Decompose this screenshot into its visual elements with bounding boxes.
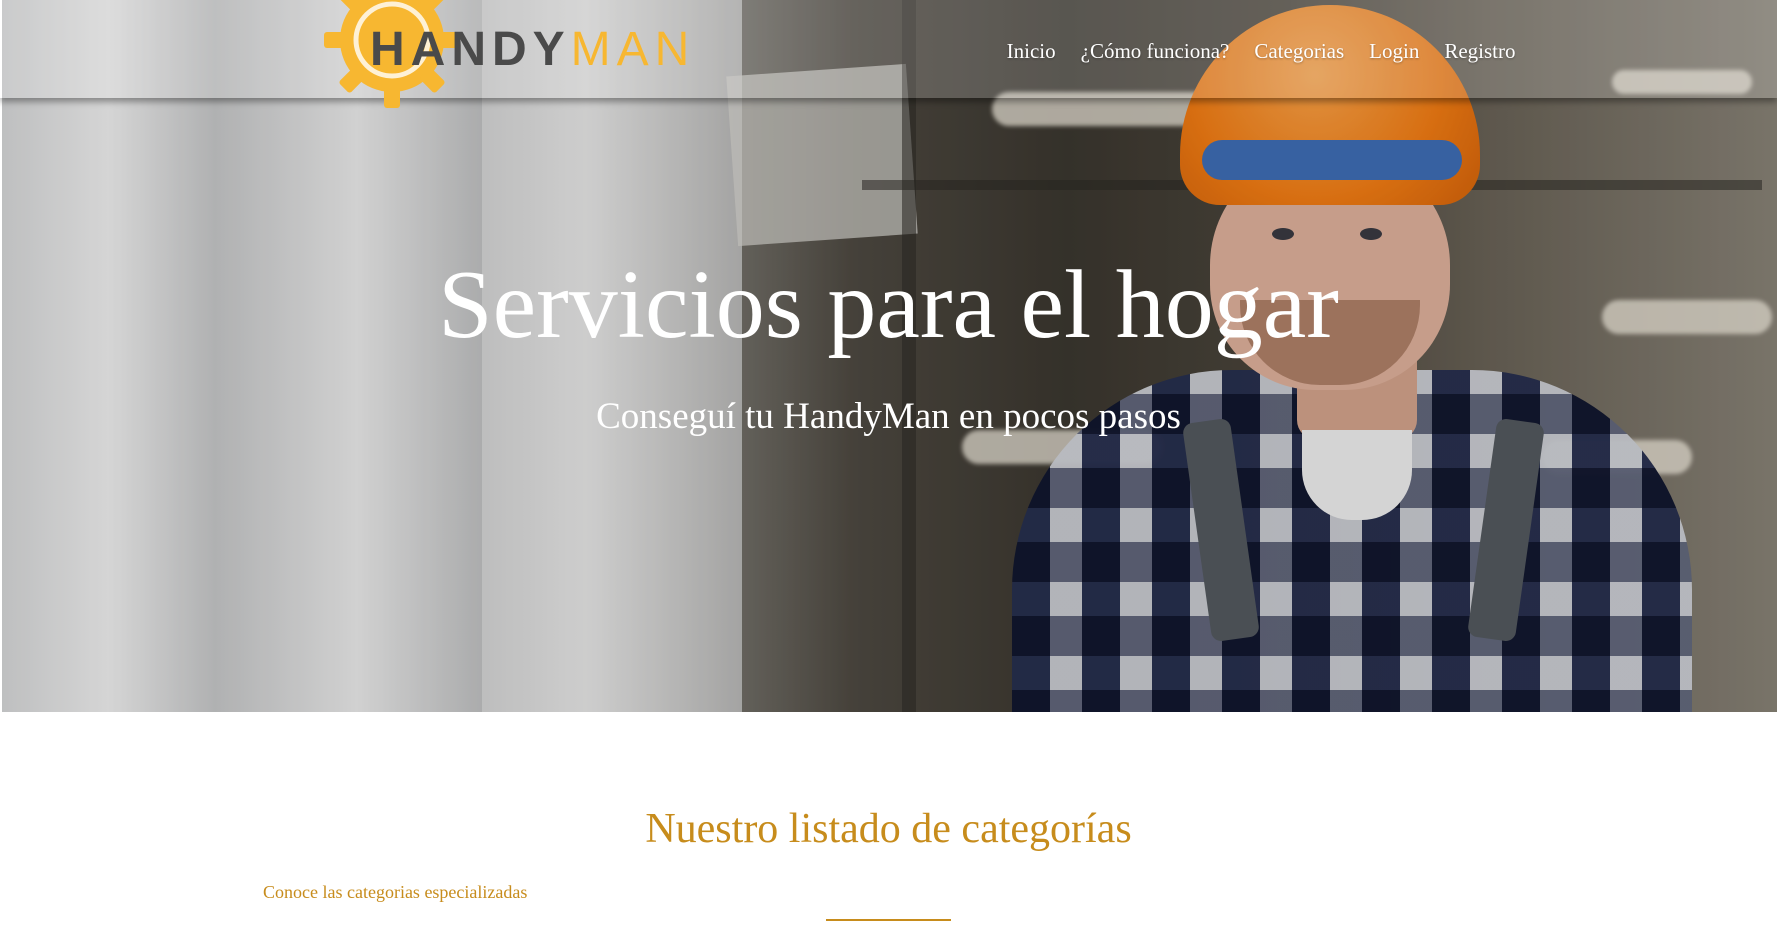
section-divider — [826, 919, 951, 921]
nav-registro[interactable]: Registro — [1432, 34, 1528, 68]
nav-inicio[interactable]: Inicio — [994, 34, 1068, 68]
top-navbar: HANDYMAN Inicio ¿Cómo funciona? Categori… — [0, 0, 1777, 108]
categories-title: Nuestro listado de categorías — [645, 806, 1132, 852]
main-nav: Inicio ¿Cómo funciona? Categorias Login … — [994, 34, 1528, 68]
nav-como-funciona[interactable]: ¿Cómo funciona? — [1068, 34, 1242, 68]
page: HANDYMAN Inicio ¿Cómo funciona? Categori… — [0, 0, 1777, 940]
nav-categorias[interactable]: Categorias — [1242, 34, 1357, 68]
categories-section: Nuestro listado de categorías Conoce las… — [0, 712, 1777, 940]
logo-wordmark: HANDYMAN — [370, 23, 696, 76]
hero-subtitle: Conseguí tu HandyMan en pocos pasos — [596, 396, 1181, 437]
handyman-logo[interactable]: HANDYMAN — [322, 0, 712, 108]
nav-login[interactable]: Login — [1357, 34, 1432, 68]
hero-title: Servicios para el hogar — [438, 251, 1339, 359]
categories-subtitle: Conoce las categorias especializadas — [263, 882, 528, 902]
